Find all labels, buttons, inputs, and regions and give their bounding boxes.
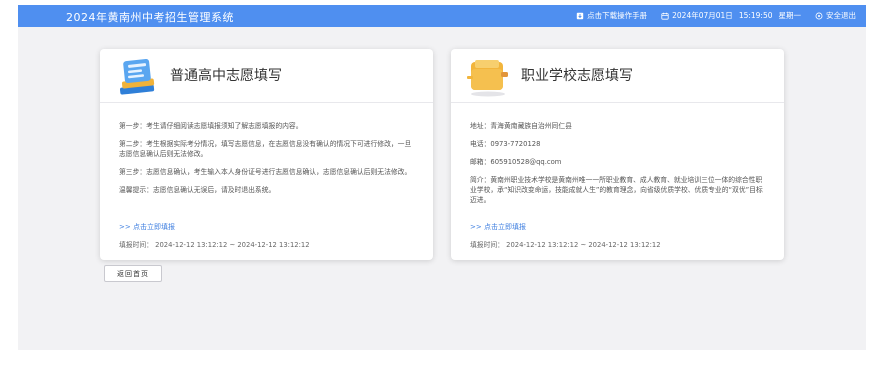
high-school-application-card: 普通高中志愿填写 第一步：考生请仔细阅读志愿填报须知了解志愿填报的内容。 第二步… [100, 49, 433, 260]
download-manual-link[interactable]: 点击下载操作手册 [576, 10, 647, 21]
date-text: 2024年07月01日 [672, 11, 733, 20]
fill-time: 填报时间： 2024-12-12 13:12:12 ~ 2024-12-12 1… [470, 241, 661, 249]
fill-time: 填报时间： 2024-12-12 13:12:12 ~ 2024-12-12 1… [119, 241, 310, 249]
school-address: 地址：青海黄南藏族自治州同仁县 [470, 122, 572, 130]
back-home-button[interactable]: 返回首页 [104, 265, 162, 282]
card-divider [100, 102, 433, 103]
card-title: 普通高中志愿填写 [170, 68, 282, 84]
school-intro: 简介：黄南州职业技术学校是黄南州唯一一所职业教育、成人教育、就业培训三位一体的综… [470, 176, 763, 204]
school-email: 邮箱：605910528@qq.com [470, 158, 562, 166]
school-info: 地址：青海黄南藏族自治州同仁县 电话：0973-7720128 邮箱：60591… [470, 121, 766, 213]
instruction-step-2: 第二步：考生根据实际考分情况，填写志愿信息，在志愿信息没有确认的情况下可进行修改… [119, 140, 412, 158]
fill-now-link[interactable]: >> 点击立即填报 [470, 222, 526, 232]
card-divider [451, 102, 784, 103]
power-icon [815, 12, 823, 19]
weekday-text: 星期一 [778, 11, 802, 20]
download-icon [576, 12, 584, 19]
app-title: 2024年黄南州中考招生管理系统 [66, 11, 234, 24]
book-stack-icon [119, 58, 155, 95]
logout-label: 安全退出 [826, 11, 856, 20]
card-title: 职业学校志愿填写 [521, 68, 633, 84]
calendar-icon [661, 12, 669, 20]
datetime-display: 2024年07月01日 15:19:50 星期一 [661, 10, 801, 21]
fill-now-link[interactable]: >> 点击立即填报 [119, 222, 175, 232]
folder-icon [467, 60, 508, 97]
top-bar-actions: 点击下载操作手册 2024年07月01日 15:19:50 星期一 安全退出 [562, 10, 856, 21]
top-bar: 2024年黄南州中考招生管理系统 点击下载操作手册 2024年07月01日 15… [18, 5, 866, 27]
app-frame: 2024年黄南州中考招生管理系统 点击下载操作手册 2024年07月01日 15… [18, 5, 866, 350]
instruction-tip: 温馨提示：志愿信息确认无误后，请及时退出系统。 [119, 186, 276, 194]
logout-button[interactable]: 安全退出 [815, 10, 856, 21]
time-text: 15:19:50 [738, 11, 773, 20]
download-manual-label: 点击下载操作手册 [587, 11, 648, 20]
card-instructions: 第一步：考生请仔细阅读志愿填报须知了解志愿填报的内容。 第二步：考生根据实际考分… [119, 121, 415, 203]
instruction-step-3: 第三步：志愿信息确认，考生输入本人身份证号进行志愿信息确认，志愿信息确认后则无法… [119, 168, 412, 176]
vocational-school-application-card: 职业学校志愿填写 地址：青海黄南藏族自治州同仁县 电话：0973-7720128… [451, 49, 784, 260]
instruction-step-1: 第一步：考生请仔细阅读志愿填报须知了解志愿填报的内容。 [119, 122, 303, 130]
school-phone: 电话：0973-7720128 [470, 140, 541, 148]
